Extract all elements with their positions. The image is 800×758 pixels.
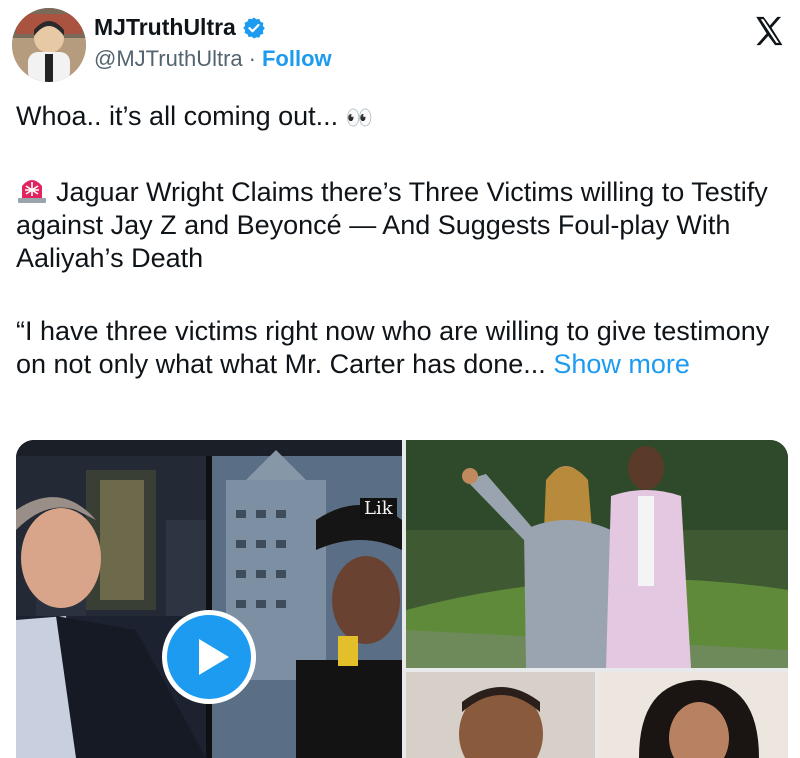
photo-woman-portrait[interactable] xyxy=(599,672,788,758)
show-more-link[interactable]: Show more xyxy=(553,349,690,379)
photo-couple[interactable] xyxy=(406,440,788,668)
tweet-paragraph2-text: Jaguar Wright Claims there’s Three Victi… xyxy=(16,177,768,273)
play-button[interactable] xyxy=(162,610,256,704)
x-logo-icon[interactable] xyxy=(752,14,786,48)
play-icon xyxy=(199,639,229,675)
name-row: MJTruthUltra xyxy=(94,14,266,41)
tweet-line1-text: Whoa.. it’s all coming out... xyxy=(16,101,339,131)
eyes-emoji: 👀 xyxy=(345,105,376,130)
video-thumbnail[interactable]: Lik xyxy=(16,440,402,758)
tweet-line1: Whoa.. it’s all coming out... 👀 xyxy=(16,100,786,134)
siren-icon xyxy=(18,180,46,203)
tweet-header: MJTruthUltra @MJTruthUltra · Follow xyxy=(0,0,800,90)
avatar[interactable] xyxy=(12,8,86,82)
follow-button[interactable]: Follow xyxy=(262,46,332,72)
tweet-paragraph3: “I have three victims right now who are … xyxy=(16,315,786,381)
separator: · xyxy=(248,46,256,71)
tweet-paragraph2: Jaguar Wright Claims there’s Three Victi… xyxy=(16,174,786,275)
verified-badge-icon xyxy=(243,17,265,38)
video-caption-text: Lik xyxy=(360,498,397,519)
handle-row: @MJTruthUltra · Follow xyxy=(94,46,332,72)
handle[interactable]: @MJTruthUltra xyxy=(94,46,243,72)
photo-man-portrait[interactable] xyxy=(406,672,595,758)
display-name[interactable]: MJTruthUltra xyxy=(94,14,236,41)
media-grid: Lik xyxy=(16,440,788,758)
